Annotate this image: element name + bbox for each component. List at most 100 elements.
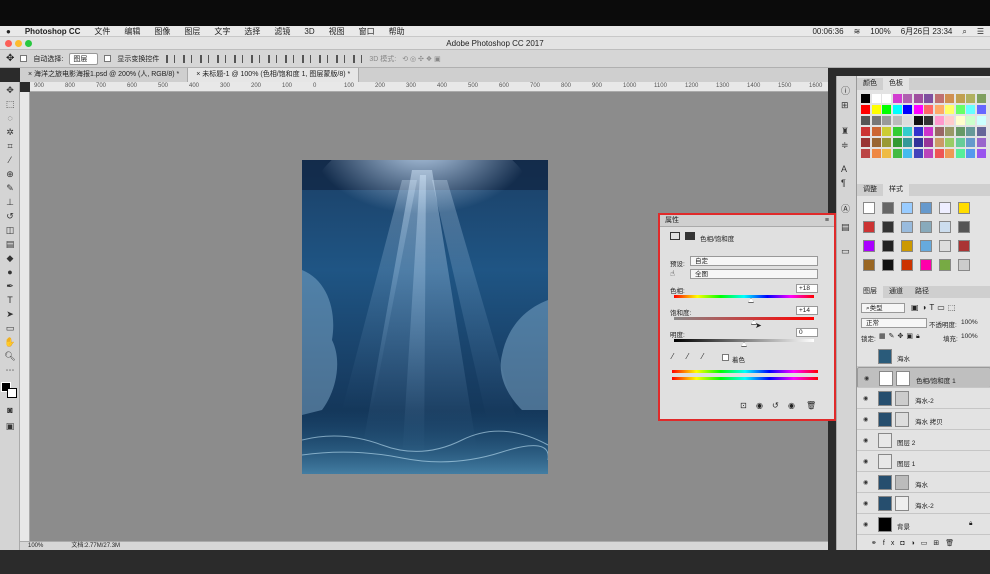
channel-dropdown[interactable]: 全图 [690, 269, 818, 279]
color-swatch[interactable] [882, 149, 891, 158]
app-menu[interactable]: Photoshop CC [25, 27, 81, 36]
color-swatch[interactable] [966, 94, 975, 103]
style-swatch[interactable] [920, 240, 932, 252]
dodge-tool-icon[interactable]: ● [3, 266, 17, 278]
color-swatch[interactable] [924, 116, 933, 125]
layers-tab[interactable]: 图层 [857, 286, 883, 298]
color-swatch[interactable] [913, 94, 923, 103]
style-swatch[interactable] [901, 240, 913, 252]
color-swatch[interactable] [934, 127, 944, 136]
style-swatch[interactable] [882, 202, 894, 214]
color-swatch[interactable] [871, 127, 881, 136]
style-swatch[interactable] [863, 221, 875, 233]
layer-row[interactable]: ◉ 海水-2 [857, 493, 990, 514]
color-swatch[interactable] [924, 138, 933, 147]
targeted-adjust-icon[interactable]: ☝ [670, 269, 675, 278]
screen-mode-icon[interactable]: ▣ [3, 420, 17, 432]
color-swatch[interactable] [861, 116, 870, 125]
menu-edit[interactable]: 编辑 [124, 26, 140, 37]
color-swatch[interactable] [903, 127, 912, 136]
paths-tab[interactable]: 路径 [909, 286, 935, 298]
lightness-slider-knob[interactable] [741, 342, 747, 347]
preset-dropdown[interactable]: 自定 [690, 256, 818, 266]
color-swatch[interactable] [892, 116, 902, 125]
zoom-level[interactable]: 100% [28, 542, 43, 550]
color-swatch[interactable] [976, 105, 986, 114]
move-tool-icon[interactable]: ✥ [3, 84, 17, 96]
auto-select-checkbox[interactable] [20, 55, 28, 62]
distribute-left-icon[interactable] [319, 54, 329, 63]
color-swatch[interactable] [934, 94, 944, 103]
color-swatch[interactable] [945, 105, 954, 114]
color-swatch[interactable] [945, 149, 954, 158]
saturation-input[interactable]: +14 [796, 306, 818, 315]
swatches-tab[interactable]: 色板 [883, 78, 909, 90]
zoom-tool-icon[interactable]: 🔍︎ [3, 350, 17, 362]
color-swatch[interactable] [861, 138, 870, 147]
color-swatch[interactable] [924, 149, 933, 158]
color-swatch[interactable] [934, 138, 944, 147]
eyedropper-icon[interactable]: ⁄ [672, 352, 673, 361]
new-layer-icon[interactable]: ⊞ [933, 540, 945, 547]
color-swatch[interactable] [913, 116, 923, 125]
style-swatch[interactable] [920, 221, 932, 233]
hue-slider-knob[interactable] [748, 298, 754, 303]
color-swatch[interactable] [934, 116, 944, 125]
document-image[interactable] [302, 160, 548, 474]
align-hcenter-icon[interactable] [234, 54, 244, 63]
eyedropper-tool-icon[interactable]: ⁄ [3, 154, 17, 166]
align-top-icon[interactable] [166, 54, 176, 63]
brush-panel-icon[interactable]: ♜ [841, 126, 849, 137]
layer-row[interactable]: ◉ 海水 [857, 472, 990, 493]
opacity-value[interactable]: 100% [961, 319, 978, 326]
color-swatch[interactable] [976, 116, 986, 125]
style-swatch[interactable] [882, 259, 894, 271]
info-icon[interactable]: ⓘ [841, 84, 850, 97]
color-swatch[interactable] [955, 138, 965, 147]
doc-tab-1[interactable]: × 海洋之旅电影海报1.psd @ 200% (人, RGB/8) * [20, 68, 189, 82]
color-swatch[interactable] [966, 149, 975, 158]
group-icon[interactable]: ▭ [921, 540, 934, 547]
background-color-swatch[interactable] [7, 388, 17, 398]
fx-icon[interactable]: fx [883, 540, 900, 547]
eye-icon[interactable]: ◉ [863, 500, 868, 507]
color-swatch[interactable] [966, 138, 975, 147]
align-bottom-icon[interactable] [200, 54, 210, 63]
style-swatch[interactable] [939, 240, 951, 252]
color-swatch[interactable] [976, 127, 986, 136]
color-swatch[interactable] [861, 105, 870, 114]
color-swatch[interactable] [903, 116, 912, 125]
lightness-slider-track[interactable] [674, 339, 814, 342]
close-window-button[interactable] [5, 40, 12, 47]
search-icon[interactable]: ⌕ [962, 27, 966, 37]
brush-tool-icon[interactable]: ✎ [3, 182, 17, 194]
doc-size[interactable]: 文档:2.77M/27.3M [71, 542, 120, 550]
color-swatch[interactable] [871, 94, 881, 103]
path-selection-tool-icon[interactable]: ➤ [3, 308, 17, 320]
color-swatch[interactable] [892, 149, 902, 158]
history-icon[interactable]: ⊞ [841, 100, 849, 111]
adjustments-tab[interactable]: 调整 [857, 184, 883, 196]
mask-icon[interactable] [685, 232, 695, 240]
menu-window[interactable]: 窗口 [359, 26, 375, 37]
brush-settings-icon[interactable]: ≑ [841, 140, 849, 151]
color-swatch[interactable] [913, 149, 923, 158]
menu-image[interactable]: 图像 [154, 26, 170, 37]
add-mask-icon[interactable]: ◘ [900, 540, 910, 547]
zoom-window-button[interactable] [25, 40, 32, 47]
color-swatch[interactable] [882, 127, 891, 136]
eye-icon[interactable]: ◉ [863, 479, 868, 486]
style-swatch[interactable] [863, 202, 875, 214]
libraries-icon[interactable]: ▭ [841, 246, 850, 257]
eraser-tool-icon[interactable]: ◫ [3, 224, 17, 236]
color-swatch[interactable] [976, 138, 986, 147]
rectangle-tool-icon[interactable]: ▭ [3, 322, 17, 334]
menu-help[interactable]: 帮助 [389, 26, 405, 37]
gradient-tool-icon[interactable]: ▤ [3, 238, 17, 250]
style-swatch[interactable] [882, 221, 894, 233]
view-previous-icon[interactable]: ◉ [756, 401, 763, 410]
glyphs-icon[interactable]: Ⓐ [841, 202, 850, 215]
layer-row[interactable]: ◉ 海水 拷贝 [857, 409, 990, 430]
color-swatch[interactable] [976, 149, 986, 158]
color-swatch[interactable] [976, 94, 986, 103]
